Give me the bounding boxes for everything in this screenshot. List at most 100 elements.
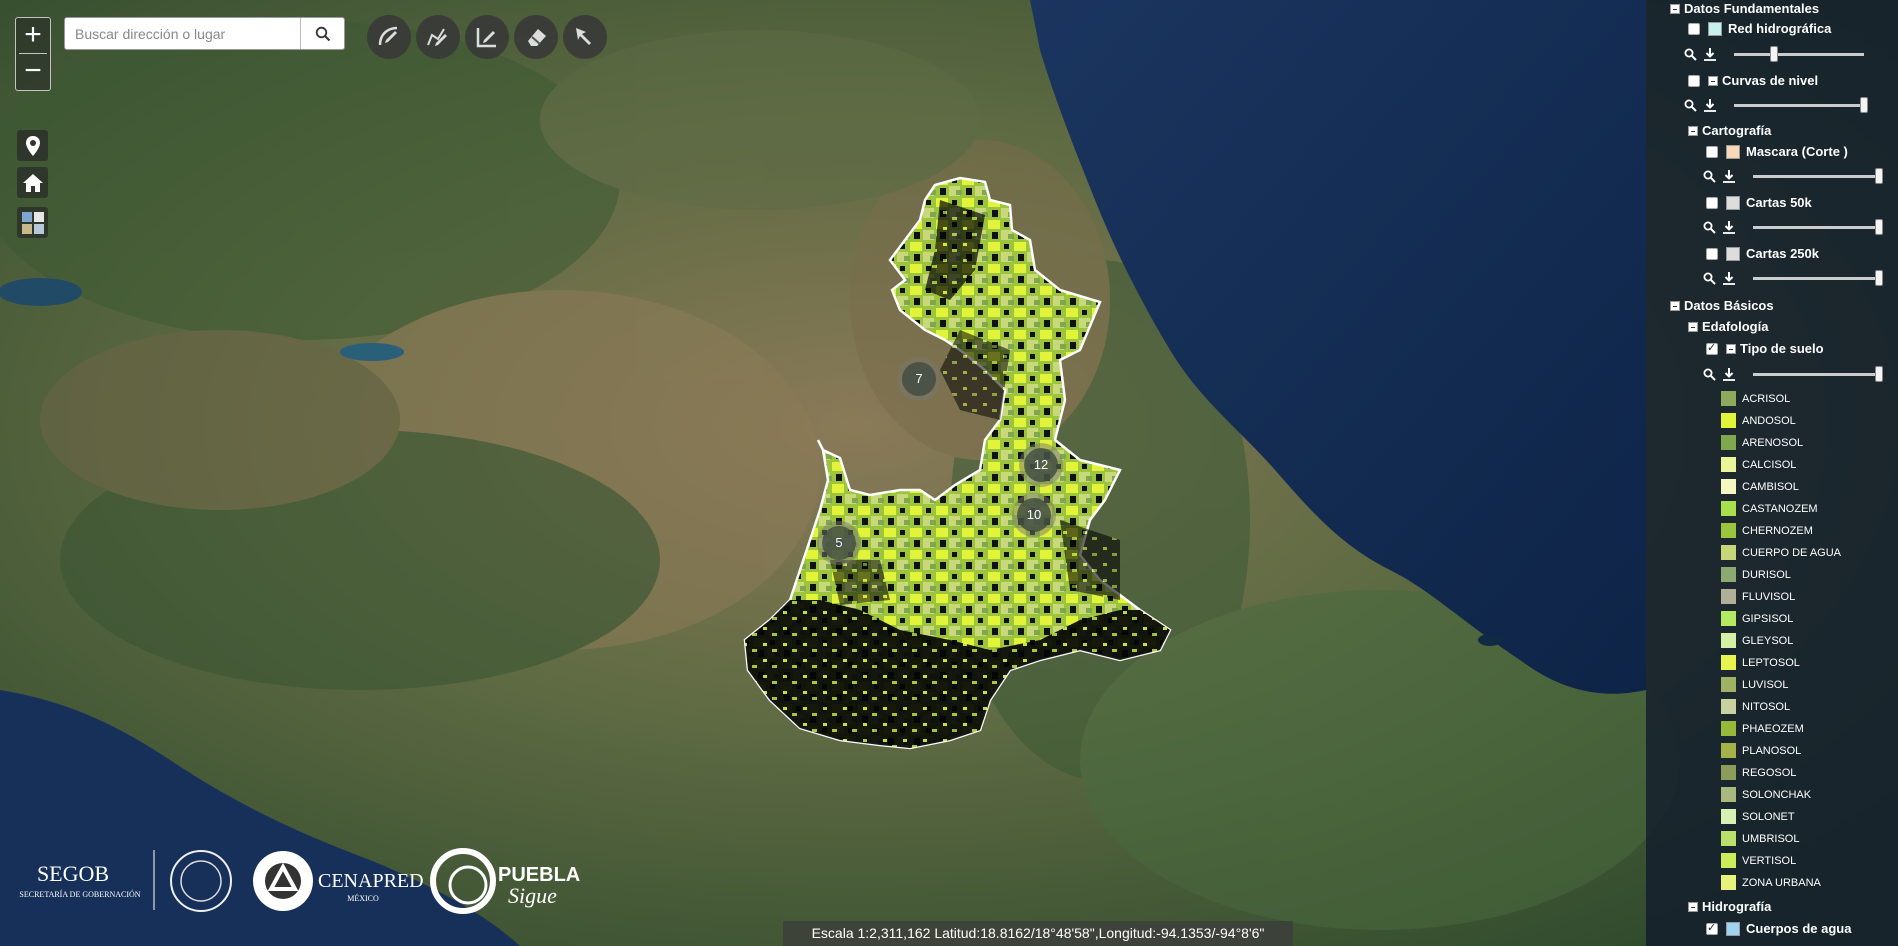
layer-cartas-250k: Cartas 250k (1706, 246, 1819, 261)
draw-line-button[interactable] (465, 15, 509, 59)
collapse-icon[interactable] (1708, 75, 1718, 86)
legend-swatch (1721, 787, 1736, 802)
collapse-icon[interactable] (1688, 901, 1698, 912)
legend-label: ZONA URBANA (1742, 876, 1821, 889)
layer-cartas-50k: Cartas 50k (1706, 195, 1812, 210)
cluster-marker[interactable]: 7 (902, 362, 936, 396)
legend-label: CALCISOL (1742, 458, 1797, 471)
svg-text:CENAPRED: CENAPRED (318, 870, 424, 892)
location-pin-icon (25, 135, 40, 156)
group-datos-basicos[interactable]: Datos Básicos (1670, 298, 1774, 313)
group-hidrografia[interactable]: Hidrografía (1688, 899, 1771, 914)
legend-label: GIPSISOL (1742, 612, 1794, 625)
zoom-to-layer-icon[interactable] (1703, 368, 1716, 381)
collapse-icon[interactable] (1670, 3, 1680, 14)
legend-label: UMBRISOL (1742, 832, 1800, 845)
opacity-slider-thumb[interactable] (1860, 97, 1868, 113)
layer-label: Cartas 250k (1746, 246, 1819, 261)
opacity-slider[interactable] (1753, 226, 1878, 229)
locate-button[interactable] (17, 130, 48, 161)
opacity-slider[interactable] (1753, 373, 1878, 376)
collapse-icon[interactable] (1688, 321, 1698, 332)
layer-checkbox[interactable] (1706, 921, 1718, 935)
opacity-slider-thumb[interactable] (1875, 366, 1883, 382)
legend-item: DURISOL (1721, 567, 1791, 582)
zoom-out-button[interactable]: − (16, 54, 50, 89)
group-label: Datos Básicos (1684, 298, 1774, 313)
opacity-slider-thumb[interactable] (1875, 219, 1883, 235)
zoom-to-layer-icon[interactable] (1684, 48, 1697, 61)
cluster-marker[interactable]: 10 (1017, 498, 1051, 532)
group-cartografia[interactable]: Cartografía (1688, 123, 1771, 138)
layer-controls (1703, 219, 1898, 236)
group-edafologia[interactable]: Edafología (1688, 319, 1768, 334)
zoom-to-layer-icon[interactable] (1703, 221, 1716, 234)
basemap-button[interactable] (17, 207, 48, 238)
layer-checkbox[interactable] (1688, 22, 1700, 35)
opacity-slider-thumb[interactable] (1875, 270, 1883, 286)
search-button[interactable] (300, 18, 344, 49)
layer-tipo-de-suelo: Tipo de suelo (1706, 341, 1824, 356)
legend-label: SOLONET (1742, 810, 1795, 823)
legend-item: PLANOSOL (1721, 743, 1801, 758)
zoom-to-layer-icon[interactable] (1703, 272, 1716, 285)
cluster-marker[interactable]: 5 (822, 526, 856, 560)
draw-freehand-icon (427, 28, 447, 46)
eraser-button[interactable] (514, 15, 558, 59)
opacity-slider-thumb[interactable] (1875, 168, 1883, 184)
opacity-slider[interactable] (1734, 104, 1864, 107)
legend-item: VERTISOL (1721, 853, 1796, 868)
legend-swatch (1721, 699, 1736, 714)
zoom-control: + − (15, 17, 51, 91)
layer-cuerpos-de-agua: Cuerpos de agua (1706, 921, 1851, 936)
legend-label: ACRISOL (1742, 392, 1791, 405)
legend-item: LEPTOSOL (1721, 655, 1800, 670)
draw-freehand-button[interactable] (416, 15, 460, 59)
legend-swatch (1721, 765, 1736, 780)
draw-curve-icon (378, 26, 398, 46)
collapse-icon[interactable] (1670, 300, 1680, 311)
layer-swatch (1726, 246, 1740, 261)
download-icon[interactable] (1723, 221, 1735, 234)
zoom-to-layer-icon[interactable] (1703, 170, 1716, 183)
zoom-in-button[interactable]: + (16, 18, 50, 53)
legend-swatch (1721, 809, 1736, 824)
legend-label: NITOSOL (1742, 700, 1791, 713)
download-icon[interactable] (1723, 272, 1735, 285)
layer-checkbox[interactable] (1688, 74, 1700, 87)
cluster-marker[interactable]: 12 (1024, 448, 1058, 482)
layer-swatch (1726, 921, 1740, 936)
layer-label: Red hidrográfica (1728, 21, 1832, 36)
opacity-slider[interactable] (1734, 53, 1864, 56)
zoom-to-layer-icon[interactable] (1684, 99, 1697, 112)
download-icon[interactable] (1723, 368, 1735, 381)
select-cursor-icon (576, 28, 591, 45)
legend-item: CUERPO DE AGUA (1721, 545, 1841, 560)
collapse-icon[interactable] (1688, 125, 1698, 136)
legend-swatch (1721, 633, 1736, 648)
opacity-slider[interactable] (1753, 277, 1878, 280)
legend-item: SOLONET (1721, 809, 1795, 824)
legend-item: PHAEOZEM (1721, 721, 1804, 736)
legend-item: CAMBISOL (1721, 479, 1799, 494)
home-button[interactable] (17, 167, 48, 198)
select-button[interactable] (563, 15, 607, 59)
collapse-icon[interactable] (1726, 343, 1736, 354)
draw-curve-button[interactable] (367, 15, 411, 59)
layer-checkbox[interactable] (1706, 145, 1718, 158)
download-icon[interactable] (1704, 48, 1716, 61)
opacity-slider-thumb[interactable] (1770, 46, 1778, 62)
layer-checkbox[interactable] (1706, 247, 1718, 260)
layer-checkbox[interactable] (1706, 196, 1718, 209)
search-input[interactable] (65, 18, 300, 49)
map-view[interactable] (0, 0, 1898, 946)
download-icon[interactable] (1704, 99, 1716, 112)
group-datos-fundamentales[interactable]: Datos Fundamentales (1670, 1, 1819, 16)
opacity-slider[interactable] (1753, 175, 1878, 178)
layer-checkbox[interactable] (1706, 341, 1718, 355)
legend-swatch (1721, 853, 1736, 868)
footer-logos: SEGOB SECRETARÍA DE GOBERNACIÓN CENAPRED… (18, 845, 598, 915)
legend-item: NITOSOL (1721, 699, 1790, 714)
download-icon[interactable] (1723, 170, 1735, 183)
layer-mascara: Mascara (Corte ) (1706, 144, 1848, 159)
